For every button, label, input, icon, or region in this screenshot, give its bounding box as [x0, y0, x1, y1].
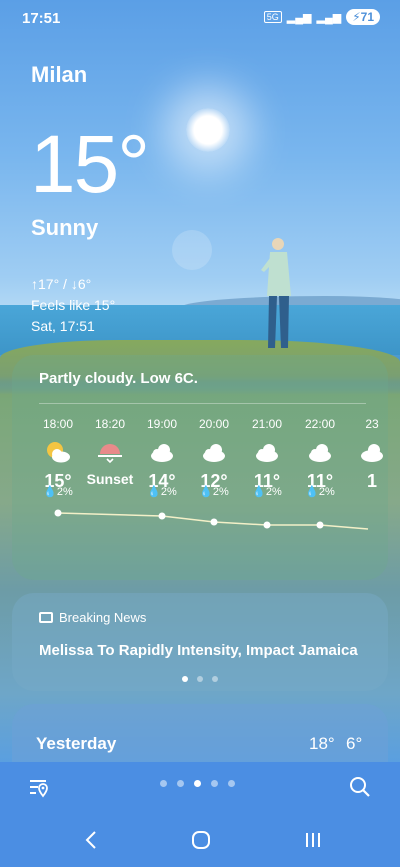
trend-point [54, 509, 62, 517]
hour-temperature: Sunset [86, 471, 134, 487]
forecast-summary: Partly cloudy. Low 6C. [39, 370, 198, 387]
hour-item[interactable]: 18:00 15° [28, 417, 88, 492]
current-datetime: Sat, 17:51 [31, 318, 95, 334]
home-icon[interactable] [189, 830, 213, 850]
hourly-forecast-card[interactable]: Partly cloudy. Low 6C. 18:00 15° 18:20 S… [12, 355, 388, 580]
page-dot [212, 676, 218, 682]
hour-item[interactable]: 18:20 Sunset [80, 417, 140, 487]
hour-time: 19:00 [146, 417, 178, 431]
current-condition: Sunny [31, 215, 99, 240]
feels-like: Feels like 15° [31, 297, 116, 313]
battery-indicator: ⚡71 [346, 9, 380, 25]
hour-item[interactable]: 20:00 12° [184, 417, 244, 492]
hour-item[interactable]: 21:00 11° [237, 417, 297, 492]
breaking-news-card[interactable]: Breaking News Melissa To Rapidly Intensi… [12, 593, 388, 691]
person-illustration [261, 238, 291, 348]
temperature-trend-line [54, 509, 369, 530]
recent-apps-icon[interactable] [301, 830, 325, 850]
precip-chance: 💧2% [147, 486, 177, 498]
sunset-icon [80, 439, 140, 465]
trend-point [316, 521, 324, 529]
precip-chance: 💧2% [199, 486, 229, 498]
location-page-indicator [160, 780, 235, 787]
page-dot [197, 676, 203, 682]
hour-time: 21:00 [251, 417, 283, 431]
network-5g-icon: 5G [263, 11, 282, 23]
system-navigation-bar [0, 810, 400, 867]
location-dot[interactable] [228, 780, 235, 787]
yesterday-label: Yesterday [36, 734, 117, 753]
news-icon [39, 612, 53, 623]
bottom-app-bar [0, 762, 400, 810]
partly-sunny-icon [28, 439, 88, 465]
hour-time: 20:00 [198, 417, 230, 431]
hour-item[interactable]: 19:00 14° [132, 417, 192, 492]
hour-time: 22:00 [304, 417, 336, 431]
divider [39, 403, 366, 404]
signal-icon: ▂▄▆ [286, 11, 312, 24]
status-time: 17:51 [22, 10, 61, 27]
city-name: Milan [31, 62, 88, 87]
location-dot[interactable] [211, 780, 218, 787]
hour-item[interactable]: 22:00 11° [290, 417, 350, 492]
trend-point [158, 512, 166, 520]
current-temperature: 15° [30, 119, 150, 210]
cloud-icon [132, 439, 192, 465]
yesterday-high: 18° [309, 734, 335, 753]
status-bar: 17:51 5G ▂▄▆ ▂▄▆ ⚡71 [0, 0, 400, 36]
precip-chance: 💧2% [305, 486, 335, 498]
hour-time: 18:00 [42, 417, 74, 431]
hour-time: 23 [365, 417, 379, 431]
trend-point [210, 518, 218, 526]
sun-illustration [186, 108, 230, 152]
news-header: Breaking News [39, 610, 146, 625]
precip-chance: 💧2% [252, 486, 282, 498]
back-icon[interactable] [80, 830, 104, 850]
high-low-temperature: ↑17° / ↓6° [31, 276, 92, 292]
search-icon[interactable] [349, 776, 371, 798]
yesterday-low: 6° [346, 734, 363, 753]
lens-flare [172, 230, 212, 270]
hour-time: 18:20 [94, 417, 126, 431]
cloud-icon [342, 439, 388, 465]
cloud-icon [184, 439, 244, 465]
location-dot-active[interactable] [194, 780, 201, 787]
news-page-indicator [12, 676, 388, 682]
location-dot[interactable] [160, 780, 167, 787]
signal-icon-2: ▂▄▆ [316, 11, 342, 24]
cloud-icon [290, 439, 350, 465]
hour-item[interactable]: 23 1 [342, 417, 388, 492]
manage-locations-icon[interactable] [28, 776, 50, 798]
location-dot[interactable] [177, 780, 184, 787]
page-dot [182, 676, 188, 682]
news-headline[interactable]: Melissa To Rapidly Intensity, Impact Jam… [39, 642, 358, 659]
trend-point [263, 521, 271, 529]
news-header-label: Breaking News [59, 610, 147, 625]
cloud-icon [237, 439, 297, 465]
precip-chance: 💧2% [43, 486, 73, 498]
